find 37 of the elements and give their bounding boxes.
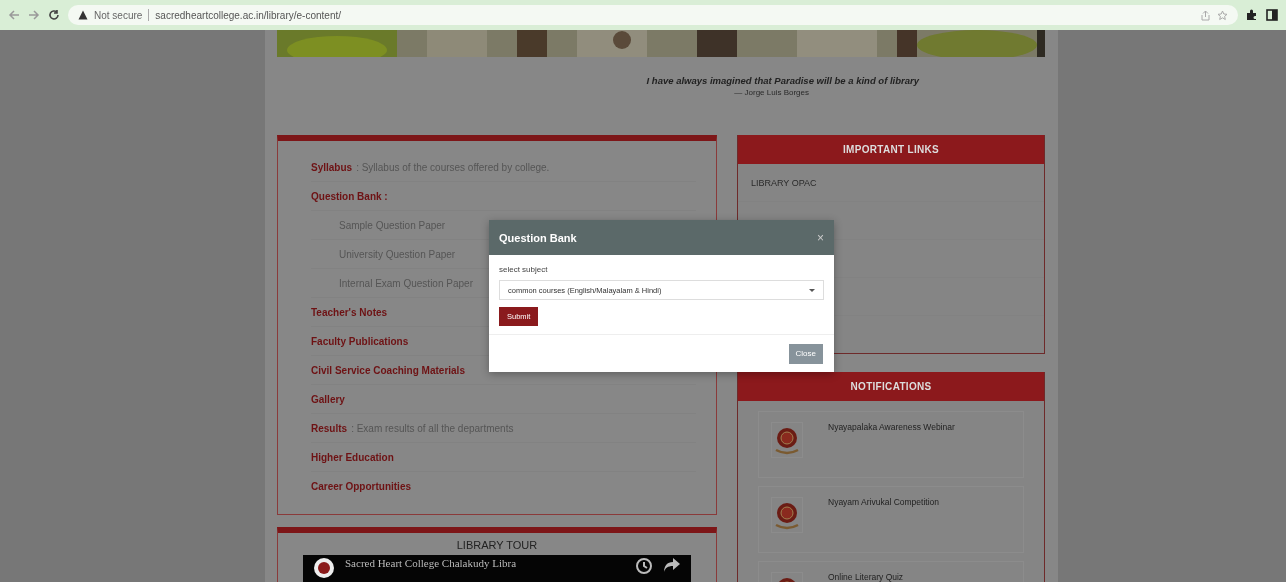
resource-link[interactable]: Career Opportunities — [311, 480, 412, 492]
quote-author: — Jorge Luis Borges — [733, 88, 809, 97]
resource-link[interactable]: Teacher's Notes — [311, 306, 388, 318]
notification-card[interactable]: Nyayam Arivukal Competition — [758, 486, 1024, 553]
sidebar-icon[interactable] — [1266, 9, 1278, 21]
url-text: sacredheartcollege.ac.in/library/e-content/ — [155, 9, 341, 21]
notification-title: Online Literary Quiz — [828, 572, 904, 582]
resource-link[interactable]: Results — [311, 422, 348, 434]
reload-icon[interactable] — [48, 9, 60, 21]
security-label: Not secure — [94, 9, 143, 21]
resource-link[interactable]: Gallery — [311, 393, 345, 405]
resource-link[interactable]: Question Bank : — [311, 190, 388, 202]
panel-header: IMPORTANT LINKS — [738, 135, 1044, 164]
resource-link[interactable]: Faculty Publications — [311, 335, 409, 347]
modal-title: Question Bank — [499, 231, 577, 244]
section-title: LIBRARY TOUR — [455, 539, 539, 551]
close-button[interactable]: Close — [788, 343, 823, 364]
star-icon[interactable] — [1217, 9, 1228, 21]
resource-link[interactable]: Higher Education — [311, 451, 394, 463]
link-item[interactable]: LIBRARY OPAC — [751, 177, 817, 188]
clock-icon[interactable] — [635, 557, 653, 575]
resource-link[interactable]: Civil Service Coaching Materials — [311, 364, 465, 376]
video-player[interactable]: Sacred Heart College Chalakudy Libra — [303, 555, 691, 582]
notification-card[interactable]: Online Literary Quiz — [758, 561, 1024, 582]
resource-link[interactable]: Syllabus — [311, 161, 353, 173]
warning-icon — [78, 10, 88, 20]
puzzle-icon[interactable] — [1246, 9, 1258, 21]
crest-icon — [313, 557, 335, 579]
notification-title: Nyayapalaka Awareness Webinar — [828, 422, 955, 434]
notification-title: Nyayam Arivukal Competition — [828, 497, 939, 509]
notification-card[interactable]: Nyayapalaka Awareness Webinar — [758, 411, 1024, 478]
share-icon[interactable] — [663, 557, 681, 573]
quote-text: I have always imagined that Paradise will be a kind of library — [645, 75, 919, 86]
panel-header: NOTIFICATIONS — [738, 372, 1044, 401]
address-bar[interactable]: Not secure sacredheartcollege.ac.in/library/e-content/ — [68, 5, 1238, 25]
field-label: select subject — [499, 265, 549, 274]
video-title: Sacred Heart College Chalakudy Libra — [345, 557, 518, 569]
